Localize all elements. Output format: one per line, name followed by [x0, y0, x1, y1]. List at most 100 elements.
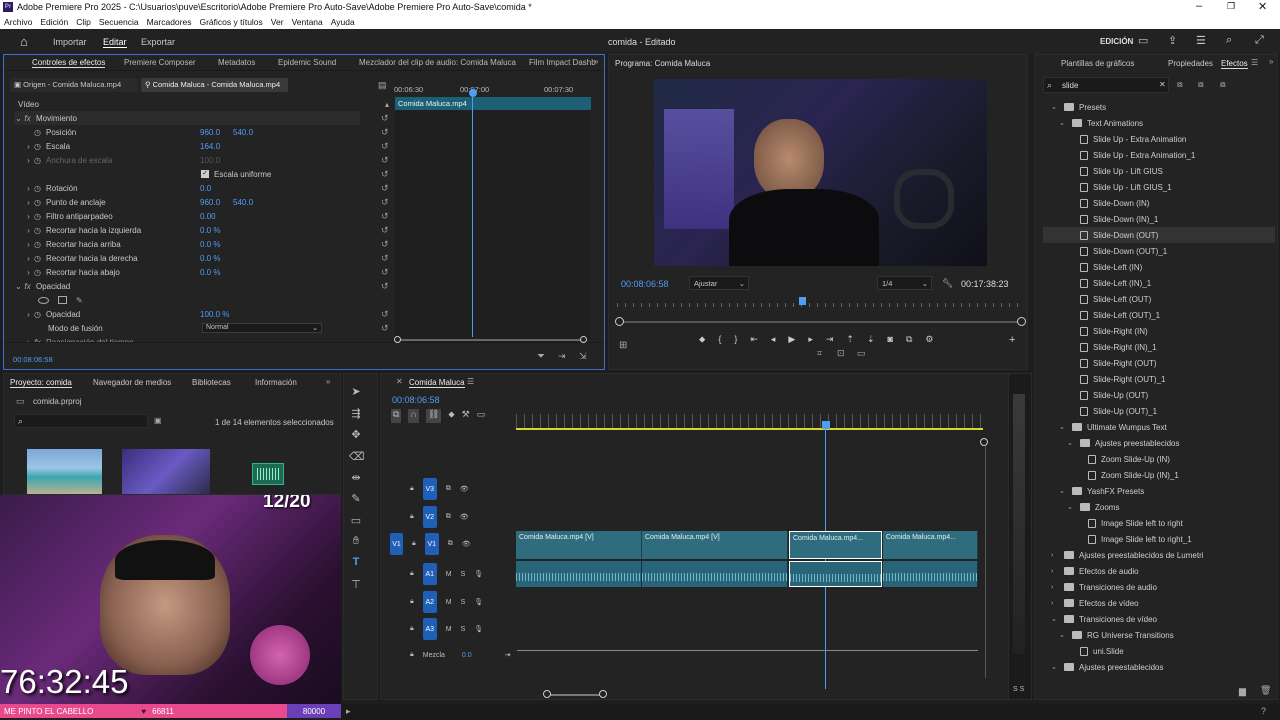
property-value[interactable]: 164.0	[200, 142, 220, 151]
timeline-ruler[interactable]	[516, 414, 983, 428]
go-to-out-icon[interactable]: ⇥	[826, 334, 834, 348]
mic-icon[interactable]: 🎙︎	[474, 598, 483, 606]
track-label[interactable]: A1	[422, 563, 437, 585]
lock-icon[interactable]: 🔒︎	[410, 513, 414, 521]
vscroll-track[interactable]	[985, 446, 986, 678]
effect-item[interactable]: Slide-Left (OUT)	[1067, 291, 1151, 307]
track-label[interactable]: A3	[422, 618, 437, 640]
property-value[interactable]: 0.0 %	[200, 268, 220, 277]
zoom-handle[interactable]	[394, 336, 401, 343]
effect-item[interactable]: Slide-Left (OUT)_1	[1067, 307, 1160, 323]
solo-icon[interactable]: S	[461, 626, 466, 633]
solo-icon[interactable]: S	[461, 599, 466, 606]
chevron-down-icon[interactable]: ⌄	[14, 282, 23, 291]
stopwatch-icon[interactable]: ◷	[33, 226, 42, 235]
help-icon[interactable]: ?	[1261, 706, 1266, 716]
effects-folder[interactable]: ⌄ Ajustes preestablecidos	[1067, 435, 1180, 451]
nest-icon[interactable]: ⧉	[391, 409, 402, 423]
chevron-down-icon[interactable]: ⌄	[1059, 423, 1067, 431]
property-value[interactable]: 100.0	[200, 156, 220, 165]
effect-item[interactable]: Slide-Up (OUT)_1	[1067, 403, 1157, 419]
playhead-marker[interactable]	[469, 89, 477, 97]
property-value[interactable]: 0.0 %	[200, 254, 220, 263]
marker-icon[interactable]: ⬥	[699, 334, 705, 348]
accelerated-icon[interactable]: ⧇	[1177, 79, 1183, 90]
chevron-right-icon[interactable]: ›	[1051, 600, 1059, 607]
settings-icon[interactable]: ⇲	[579, 351, 587, 362]
mark-in-icon[interactable]: {	[718, 334, 721, 348]
selection-tool-icon[interactable]: ➤	[349, 385, 363, 398]
chevron-right-icon[interactable]: ›	[1051, 584, 1059, 591]
chevron-right-icon[interactable]: ›	[24, 254, 33, 263]
chevron-down-icon[interactable]: ⌄	[14, 114, 23, 123]
vscroll-handle[interactable]	[980, 438, 988, 446]
tab-controles[interactable]: Controles de efectos	[32, 58, 106, 68]
menu-archivo[interactable]: Archivo	[4, 17, 32, 27]
chevron-right-icon[interactable]: ›	[24, 156, 33, 165]
chevron-right-icon[interactable]: ›	[24, 142, 33, 151]
step-forward-icon[interactable]: ▸	[808, 334, 813, 348]
stopwatch-icon[interactable]: ◷	[33, 254, 42, 263]
zoom-handle[interactable]	[580, 336, 587, 343]
stopwatch-icon[interactable]: ◷	[33, 142, 42, 151]
tab-efectos[interactable]: Efectos	[1221, 59, 1248, 69]
chevron-right-icon[interactable]: ›	[1051, 552, 1059, 559]
reset-icon[interactable]: ↺	[381, 211, 389, 222]
menu-edicion[interactable]: Edición	[40, 17, 68, 27]
work-area-bar[interactable]	[516, 428, 983, 430]
stopwatch-icon[interactable]: ◷	[33, 128, 42, 137]
sequence-tab[interactable]: Comida Maluca	[409, 378, 465, 388]
eye-icon[interactable]: 👁︎	[460, 485, 469, 493]
ellipse-mask-icon[interactable]	[38, 296, 49, 304]
chevron-right-icon[interactable]: ›	[1051, 568, 1059, 575]
audio-clip[interactable]	[516, 561, 642, 587]
effects-search-input[interactable]: slide	[1062, 81, 1078, 90]
tab-navegador[interactable]: Navegador de medios	[93, 378, 171, 387]
reset-icon[interactable]: ↺	[381, 127, 389, 138]
program-timecode[interactable]: 00:08:06:58	[621, 279, 669, 289]
reset-icon[interactable]: ↺	[381, 155, 389, 166]
chevron-right-icon[interactable]: ›	[24, 226, 33, 235]
rect-mask-icon[interactable]	[58, 296, 67, 304]
reset-icon[interactable]: ↺	[381, 183, 389, 194]
reset-icon[interactable]: ↺	[381, 281, 389, 292]
effects-search[interactable]: ⌕ slide ✕	[1043, 77, 1169, 93]
effect-item[interactable]: Zoom Slide-Up (IN)_1	[1075, 467, 1179, 483]
pen-icon[interactable]: ✎	[349, 492, 363, 505]
sync-icon[interactable]: ⧉	[448, 540, 453, 548]
solo-icon[interactable]: S	[461, 571, 466, 578]
chevron-right-icon[interactable]: ›	[24, 198, 33, 207]
ripple-edit-icon[interactable]: ✥	[349, 428, 363, 441]
thumbnail-audio[interactable]	[252, 463, 284, 485]
tab-premiere-composer[interactable]: Premiere Composer	[124, 58, 196, 67]
chevron-down-icon[interactable]: ⌄	[1051, 615, 1059, 623]
close-sequence-icon[interactable]: ✕	[396, 377, 403, 386]
add-marker-icon[interactable]: ⬥	[448, 409, 454, 423]
tab-mezclador[interactable]: Mezclador del clip de audio: Comida Malu…	[359, 58, 516, 67]
rectangle-icon[interactable]: ▭	[349, 514, 363, 527]
caption-icon[interactable]: ⊤	[349, 578, 363, 591]
effect-item[interactable]: Slide-Right (IN)_1	[1067, 339, 1157, 355]
lock-icon[interactable]: 🔒︎	[410, 598, 414, 606]
effect-item[interactable]: Slide-Down (OUT)	[1043, 227, 1275, 243]
track-label[interactable]: V2	[422, 506, 437, 528]
captions-icon[interactable]: ▭	[477, 409, 486, 423]
tab-epidemic[interactable]: Epidemic Sound	[278, 58, 336, 67]
effect-item[interactable]: Slide-Right (OUT)	[1067, 355, 1157, 371]
blend-select[interactable]: Normal ⌄	[202, 323, 322, 333]
track-label[interactable]: V3	[422, 478, 437, 500]
menu-ventana[interactable]: Ventana	[292, 17, 323, 27]
collapse-icon[interactable]: ▤	[378, 80, 387, 91]
home-icon[interactable]: ⌂	[20, 34, 28, 49]
opacity-header[interactable]: ⌄ fx Opacidad ↺	[14, 279, 394, 293]
property-value[interactable]: 960.0	[200, 128, 220, 137]
effect-item[interactable]: Slide-Down (OUT)_1	[1067, 243, 1167, 259]
clear-search-icon[interactable]: ✕	[1159, 80, 1166, 89]
eye-icon[interactable]: 👁︎	[462, 540, 471, 548]
reset-icon[interactable]: ↺	[381, 169, 389, 180]
multicam-icon[interactable]: ⊡	[837, 348, 845, 359]
mute-icon[interactable]: M	[446, 599, 452, 606]
lock-icon[interactable]: 🔒︎	[410, 651, 414, 659]
play-icon[interactable]: ▶	[788, 334, 795, 348]
thumbnail-video[interactable]	[122, 449, 210, 494]
